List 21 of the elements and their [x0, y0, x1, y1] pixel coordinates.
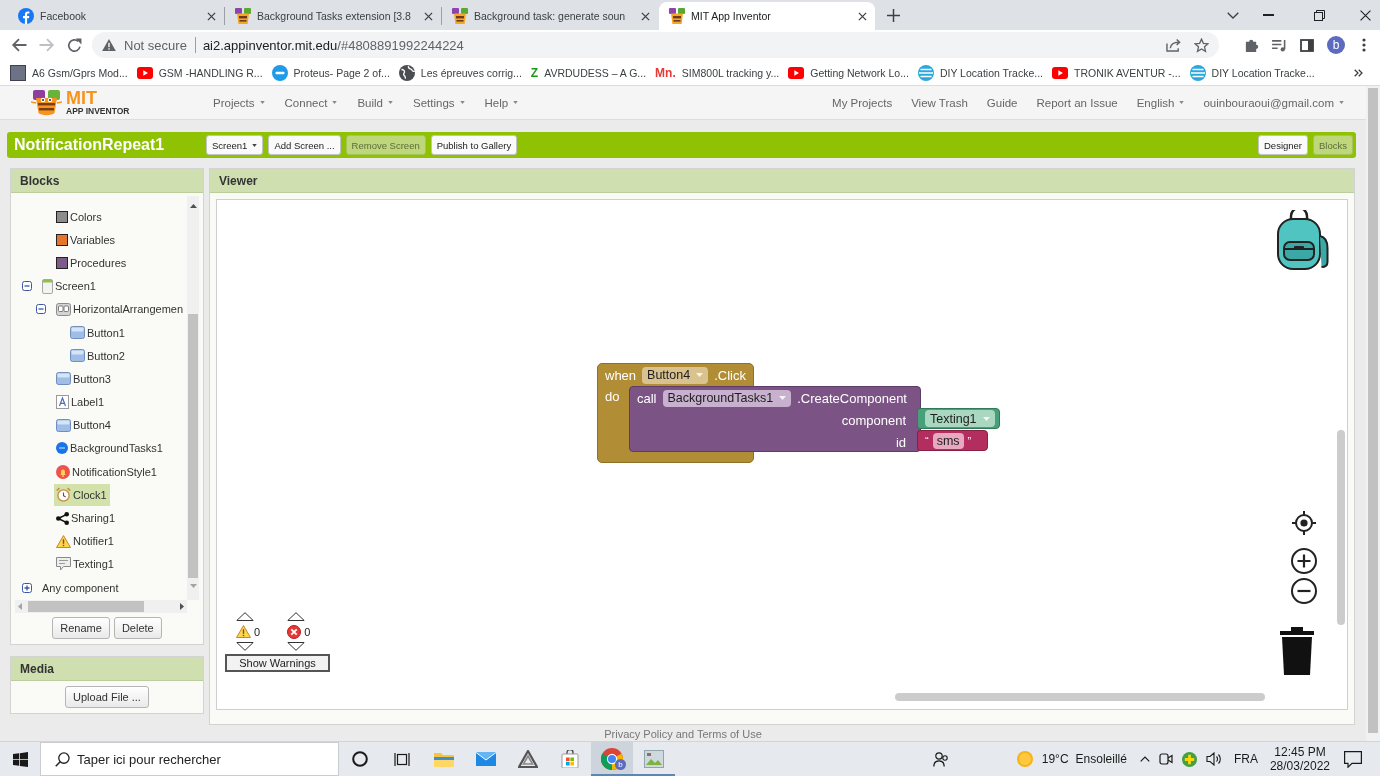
- count-label: 0: [254, 625, 261, 638]
- method-name-label: .CreateComponent: [797, 390, 907, 406]
- logo-title: MIT: [66, 89, 97, 108]
- letter-logo: Mn.: [655, 65, 676, 80]
- panel-header: Viewer: [210, 169, 1354, 193]
- logo-subtitle: APP INVENTOR: [66, 107, 130, 116]
- url-text: ai2.appinventor.mit.edu/#4808891992244224: [202, 37, 464, 53]
- panel-header: Media: [11, 657, 203, 681]
- parameter-label: component: [841, 412, 906, 428]
- project-title: NotificationRepeat1: [14, 136, 166, 154]
- event-name-label: .Click: [714, 367, 746, 383]
- quote-mark: “: [925, 434, 929, 447]
- count-label: 0: [304, 625, 311, 638]
- parameter-label: id: [895, 434, 906, 450]
- panel-header: Blocks: [11, 169, 203, 193]
- keyword-label: when: [605, 367, 637, 383]
- keyword-label: call: [637, 390, 657, 406]
- keyword-label: do: [605, 388, 621, 406]
- profile-badge: b: [615, 759, 626, 770]
- letter-logo: Z: [530, 65, 539, 80]
- quote-mark: ”: [967, 434, 972, 447]
